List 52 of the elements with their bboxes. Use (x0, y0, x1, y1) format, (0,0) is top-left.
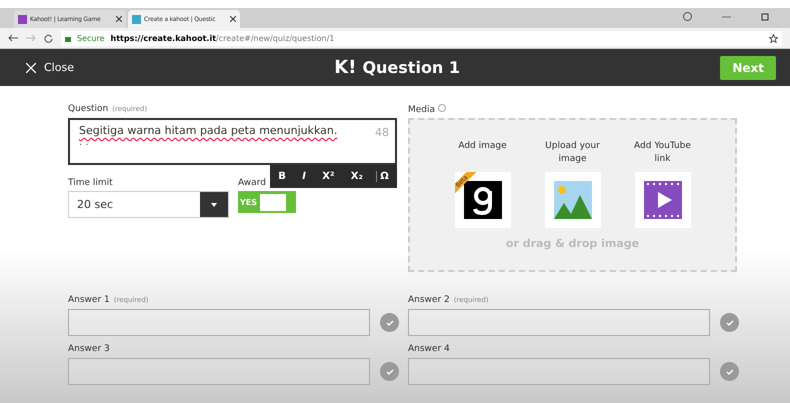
format-button[interactable]: X² (319, 171, 338, 182)
question-label: Question (68, 104, 108, 114)
check-icon (386, 368, 394, 374)
close-button[interactable]: Close (26, 61, 74, 74)
media-option-tile[interactable] (634, 172, 690, 228)
star-icon[interactable] (769, 34, 778, 42)
answer-field[interactable] (408, 358, 710, 385)
reload-icon[interactable] (44, 34, 53, 42)
media-option-tile[interactable] (544, 172, 600, 228)
check-icon (726, 320, 734, 326)
format-button[interactable]: Ω (376, 171, 392, 182)
time-limit-select[interactable]: 20 sec (68, 191, 229, 218)
secure-label: Secure (77, 34, 105, 42)
page-title: Question 1 (362, 58, 460, 77)
correct-toggle[interactable] (380, 362, 399, 381)
award-label: Award (238, 178, 266, 188)
format-button[interactable]: B (275, 171, 289, 182)
video-play-icon (644, 181, 682, 219)
restore-icon[interactable] (761, 12, 770, 21)
question-field[interactable]: Segitiga warna hitam pada peta menunjukkan. . . 48 (68, 118, 397, 165)
kahoot-logo: K! (334, 57, 356, 78)
answer-label: Answer 1 (68, 295, 110, 305)
answer-field[interactable] (68, 309, 370, 336)
answer-label: Answer 4 (408, 344, 450, 354)
check-icon (386, 320, 394, 326)
address-bar[interactable]: Secure https://create.kahoot.it/create#/new/quiz/question/1 (61, 30, 782, 46)
media-label: Media (408, 105, 436, 115)
answer-label: Answer 2 (408, 295, 450, 305)
answer-label: Answer 3 (68, 344, 110, 354)
dropdown-arrow-icon (211, 202, 217, 206)
media-option-label[interactable]: Upload your image (538, 140, 608, 166)
landscape-image-icon (554, 181, 592, 219)
correct-toggle[interactable] (720, 362, 739, 381)
correct-toggle[interactable] (380, 313, 399, 332)
close-icon (26, 62, 36, 72)
question-text: . . (79, 137, 90, 148)
close-icon[interactable] (230, 16, 236, 22)
character-count: 48 (375, 126, 389, 139)
format-button[interactable]: X₂ (348, 171, 366, 182)
check-icon (726, 368, 734, 374)
correct-toggle[interactable] (720, 313, 739, 332)
back-arrow-icon[interactable] (8, 34, 18, 42)
close-icon[interactable] (116, 16, 122, 22)
media-option-label[interactable]: Add image (458, 140, 507, 166)
url-text: https://create.kahoot.it/create#/new/quiz/question/1 (110, 34, 336, 42)
format-button[interactable]: I (299, 171, 309, 182)
time-limit-label: Time limit (68, 178, 113, 188)
question-text: Segitiga warna hitam pada peta menunjukkan. (79, 124, 338, 137)
media-option-label[interactable]: Add YouTube link (628, 140, 698, 166)
answer-field[interactable] (408, 309, 710, 336)
forward-arrow-icon[interactable] (26, 34, 36, 42)
answer-field[interactable] (68, 358, 370, 385)
